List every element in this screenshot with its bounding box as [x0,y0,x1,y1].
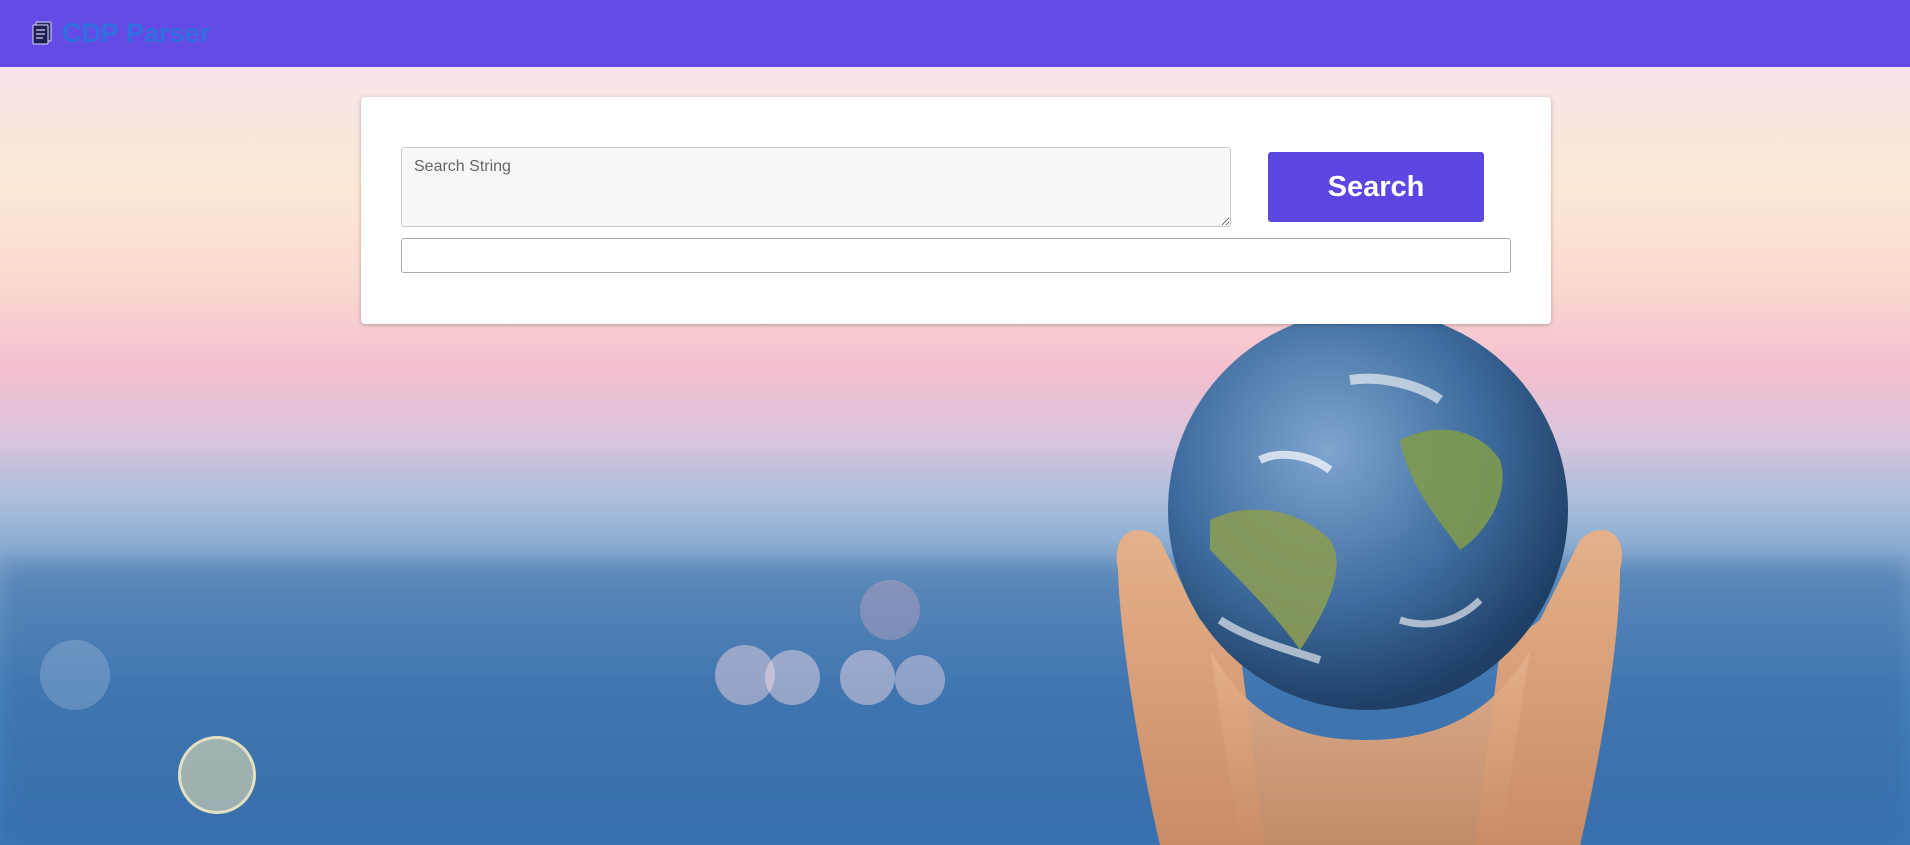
brand[interactable]: CDP Parser [30,18,210,49]
search-button[interactable]: Search [1268,152,1484,222]
bokeh-light [40,640,110,710]
bokeh-light [178,736,256,814]
result-output-field[interactable] [401,238,1511,273]
bokeh-light [840,650,895,705]
bokeh-light [895,655,945,705]
brand-title: CDP Parser [62,18,211,48]
document-icon [30,21,54,47]
search-card: Search [361,97,1551,324]
globe-in-hands-image [1116,320,1622,845]
top-navbar: CDP Parser [0,0,1910,67]
bokeh-light [860,580,920,640]
search-string-textarea[interactable] [401,147,1231,227]
bokeh-light [765,650,820,705]
